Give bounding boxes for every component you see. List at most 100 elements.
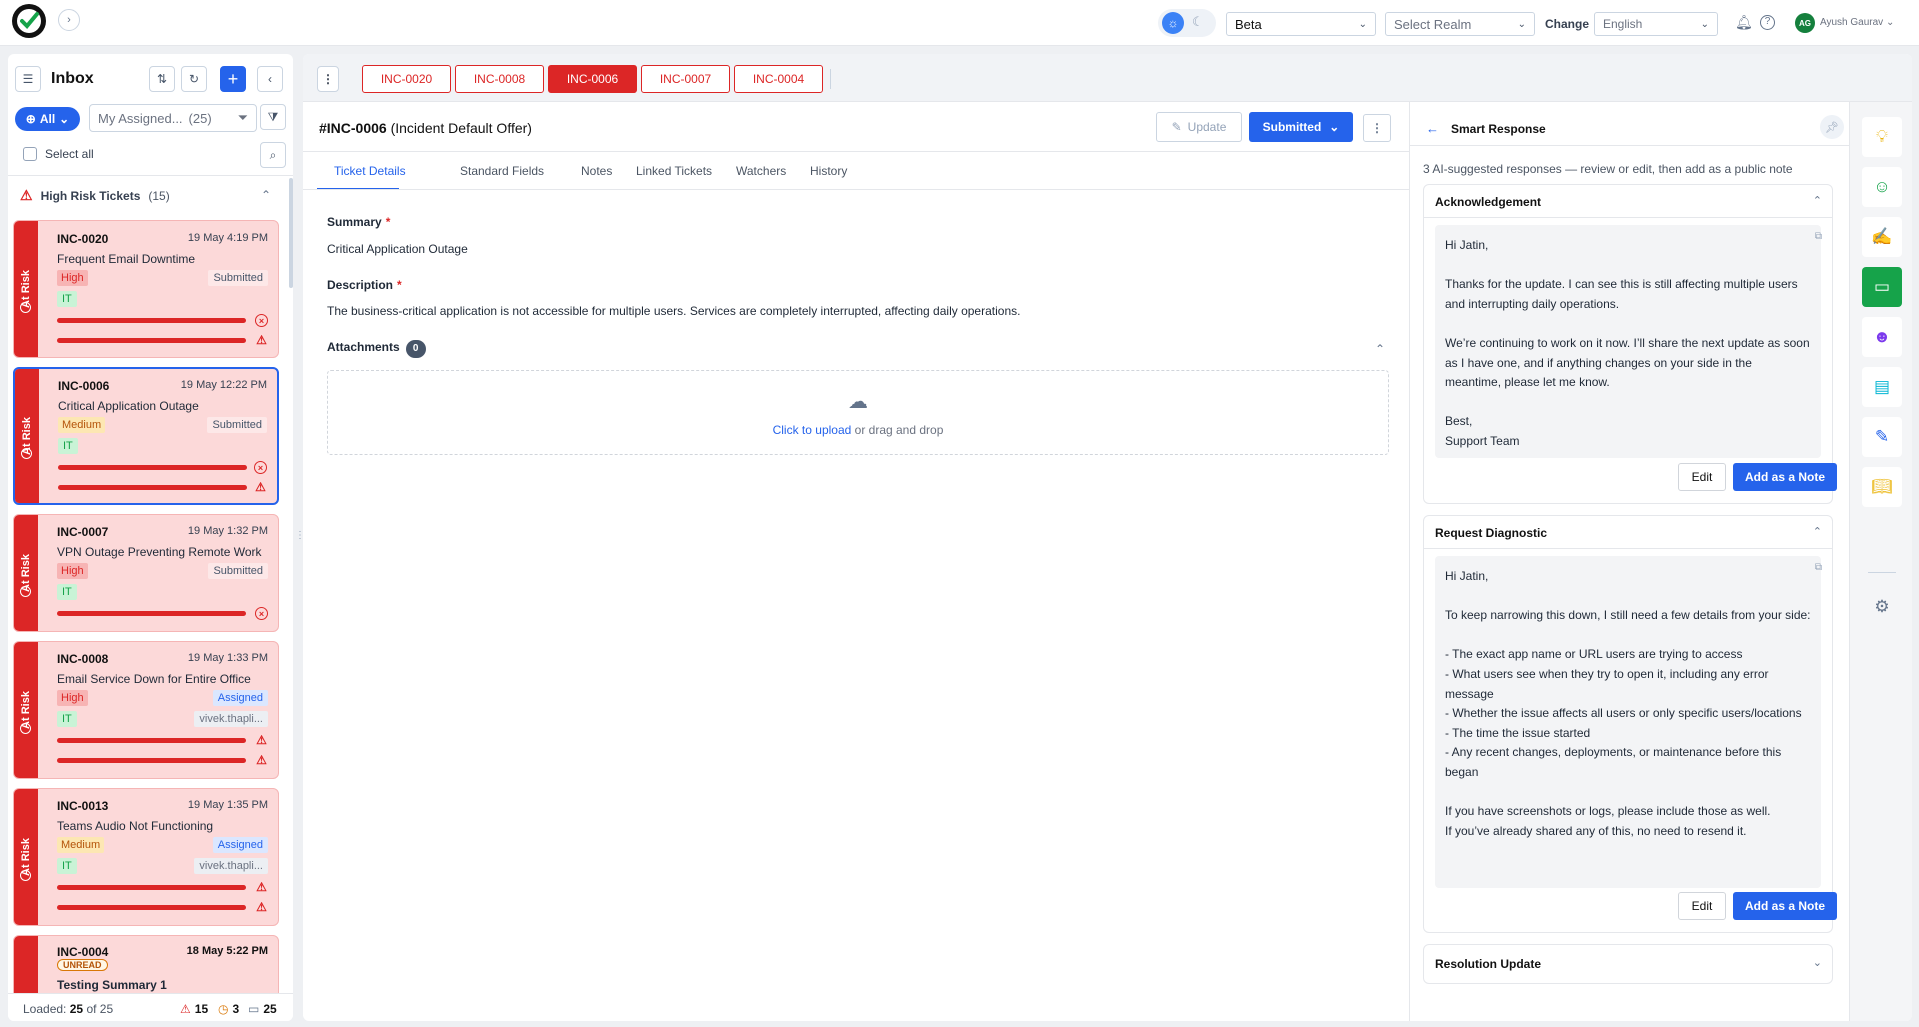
update-button[interactable]: ✎ Update [1156, 112, 1242, 142]
bell-icon[interactable]: 🔔︎ [1735, 14, 1753, 31]
sla-progress-bar [57, 738, 246, 743]
chevron-up-icon[interactable]: ⌃ [261, 188, 271, 202]
smart-response-header: ← Smart Response [1426, 121, 1546, 136]
warning-icon: ⚠ [180, 1002, 191, 1016]
high-risk-group-header[interactable]: ⚠ High Risk Tickets (15) [20, 187, 170, 204]
ticket-card[interactable]: At Risk INC-0007 19 May 1:32 PM VPN Outa… [13, 514, 279, 632]
edit-button[interactable]: Edit [1678, 463, 1726, 491]
chevron-up-icon[interactable]: ⌃ [1813, 194, 1822, 207]
assigned-filter[interactable]: My Assigned... (25) ⏷ [89, 104, 257, 132]
edit-box-icon[interactable]: ✎ [1862, 417, 1902, 457]
feedback-icon[interactable]: ✍ [1862, 217, 1902, 257]
tab-inc-0007[interactable]: INC-0007 [641, 65, 730, 93]
edit-button[interactable]: Edit [1678, 892, 1726, 920]
filter-all-pill[interactable]: ⊕ All ⌄ [15, 107, 80, 131]
tab-inc-0020[interactable]: INC-0020 [362, 65, 451, 93]
chevron-up-icon[interactable]: ⌃ [1375, 342, 1385, 356]
select-all[interactable]: Select all [23, 147, 94, 161]
select-all-checkbox[interactable] [23, 147, 37, 161]
version-select[interactable]: Beta ⌄ [1226, 12, 1376, 36]
refresh-icon[interactable]: ↻ [181, 66, 207, 92]
description-label: Description * [327, 278, 402, 292]
response-text[interactable]: Hi Jatin, Thanks for the update. I can s… [1435, 225, 1821, 458]
upload-link[interactable]: Click to upload [773, 423, 852, 437]
list-view-icon[interactable]: ☰ [15, 66, 41, 92]
scrollbar[interactable] [289, 178, 293, 288]
ticket-date: 19 May 1:35 PM [187, 799, 268, 811]
ticket-card[interactable]: At Risk INC-0013 19 May 1:35 PM Teams Au… [13, 788, 279, 926]
divider [8, 175, 293, 176]
section-title: Acknowledgement [1435, 195, 1542, 209]
expand-chevron-icon[interactable]: › [58, 9, 80, 31]
upload-hint: Click to upload or drag and drop [328, 423, 1388, 437]
status-dropdown-button[interactable]: Submitted ⌄ [1249, 112, 1353, 142]
avatar[interactable]: AG [1795, 13, 1815, 33]
response-text[interactable]: Hi Jatin, To keep narrowing this down, I… [1435, 556, 1821, 888]
tab-watchers[interactable]: Watchers [736, 164, 786, 178]
response-resolution-update[interactable]: Resolution Update ⌄ [1423, 944, 1833, 984]
pin-icon[interactable]: 📌︎ [1820, 115, 1844, 139]
add-as-note-button[interactable]: Add as a Note [1733, 892, 1837, 920]
required-marker: * [397, 278, 402, 292]
smart-response-subtitle: 3 AI-suggested responses — review or edi… [1423, 162, 1793, 176]
select-all-label: Select all [45, 147, 94, 161]
status-badge: Submitted [208, 270, 268, 286]
robot-icon[interactable]: ☻ [1862, 317, 1902, 357]
moon-icon[interactable]: ☾ [1192, 14, 1204, 30]
required-marker: * [385, 215, 391, 229]
help-icon[interactable]: ? [1760, 15, 1775, 30]
smart-response-panel: ← Smart Response 📌︎ 3 AI-suggested respon… [1409, 102, 1850, 1021]
tab-inc-0006[interactable]: INC-0006 [548, 65, 637, 93]
user-menu[interactable]: Ayush Gaurav ⌄ [1820, 17, 1894, 28]
ticket-card-selected[interactable]: At Risk INC-0006 19 May 12:22 PM Critica… [13, 367, 279, 505]
tab-inc-0008[interactable]: INC-0008 [455, 65, 544, 93]
warning-icon: ⚠ [20, 187, 33, 203]
status-badge: Assigned [212, 837, 268, 853]
collapse-panel-icon[interactable]: ‹ [257, 66, 283, 92]
realm-select[interactable]: Select Realm ⌄ [1385, 12, 1535, 36]
language-select[interactable]: English ⌄ [1594, 12, 1718, 36]
settings-icon[interactable]: ⚙ [1862, 587, 1902, 627]
tab-linked-tickets[interactable]: Linked Tickets [636, 164, 712, 178]
sort-icon[interactable]: ⇅ [149, 66, 175, 92]
book-icon[interactable]: 📖︎ [1862, 467, 1902, 507]
smart-response-title: Smart Response [1451, 121, 1546, 136]
more-options-icon[interactable]: ⋮ [1363, 114, 1391, 142]
copy-icon[interactable]: ⧉ [1815, 231, 1822, 242]
category-badge: IT [58, 438, 78, 454]
at-risk-bar: At Risk [14, 642, 38, 778]
attachments-count-badge: 0 [405, 340, 426, 358]
copy-icon[interactable]: ⧉ [1815, 562, 1822, 573]
add-ticket-button[interactable]: + [220, 66, 246, 92]
ticket-card[interactable]: At Risk INC-0020 19 May 4:19 PM Frequent… [13, 220, 279, 358]
back-arrow-icon[interactable]: ← [1426, 121, 1439, 136]
ticket-icon[interactable]: ▤ [1862, 367, 1902, 407]
status-badge: Submitted [207, 417, 267, 433]
chevron-down-icon: ⌄ [1885, 17, 1895, 28]
chat-icon[interactable]: ▭ [1862, 267, 1902, 307]
tab-ticket-details[interactable]: Ticket Details [334, 164, 406, 178]
filter-settings-icon[interactable]: ⧩ [260, 104, 286, 130]
tabs-menu-icon[interactable]: ⋮ [317, 66, 339, 92]
search-icon[interactable]: ⌕ [260, 142, 286, 168]
tab-history[interactable]: History [810, 164, 847, 178]
ticket-card[interactable]: At Risk INC-0008 19 May 1:33 PM Email Se… [13, 641, 279, 779]
chevron-up-icon[interactable]: ⌃ [1813, 525, 1822, 538]
smiley-icon[interactable]: ☺ [1862, 167, 1902, 207]
summary-value[interactable]: Critical Application Outage [327, 242, 468, 256]
sla-progress-bar [57, 885, 246, 890]
tab-inc-0004[interactable]: INC-0004 [734, 65, 823, 93]
tab-standard-fields[interactable]: Standard Fields [460, 164, 544, 178]
lightbulb-icon[interactable]: 💡︎ [1862, 117, 1902, 157]
chevron-down-icon[interactable]: ⌄ [1813, 956, 1822, 969]
theme-toggle[interactable]: ☼ ☾ [1158, 9, 1216, 37]
add-as-note-button[interactable]: Add as a Note [1733, 463, 1837, 491]
chevron-down-icon: ⌄ [1329, 120, 1340, 134]
checkmark-logo-icon[interactable] [12, 4, 46, 38]
upload-dropzone[interactable]: ☁ Click to upload or drag and drop [327, 370, 1389, 455]
description-value[interactable]: The business-critical application is not… [327, 304, 1020, 318]
sun-icon[interactable]: ☼ [1162, 12, 1184, 34]
sla-progress-bar [57, 905, 246, 910]
unread-badge: UNREAD [57, 959, 108, 971]
tab-notes[interactable]: Notes [581, 164, 612, 178]
